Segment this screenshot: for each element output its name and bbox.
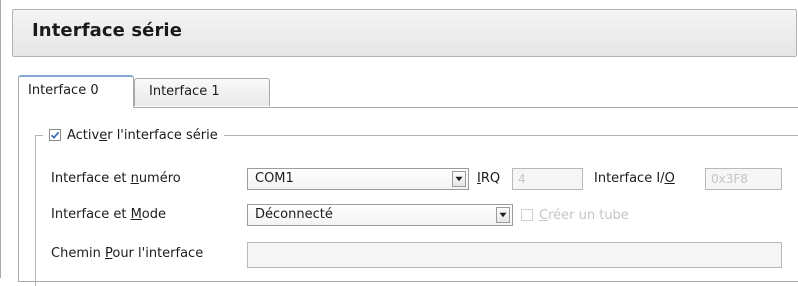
io-port-field[interactable]: 0x3F8 [705,168,782,190]
chevron-down-icon[interactable] [496,207,510,223]
tab-interface-1[interactable]: Interface 1 [134,78,270,106]
port-path-label-post: our l'interface [112,246,204,261]
create-pipe-label-post: réer un tube [548,207,629,223]
port-number-label-mnemonic: n [130,171,139,186]
port-path-field[interactable] [247,242,782,268]
page-title: Interface série [32,20,182,41]
irq-label: IRQ [477,171,500,186]
enable-port-label-pre: Activ [67,127,100,143]
serial-ports-settings-window: Interface série Interface 0 Interface 1 … [0,0,798,286]
port-mode-value: Déconnecté [255,207,333,222]
port-path-label-pre: Chemin [51,246,105,261]
port-path-label: Chemin Pour l'interface [51,246,203,261]
tab-interface-0[interactable]: Interface 0 [18,75,134,108]
irq-field[interactable]: 4 [512,168,583,190]
irq-label-post: RQ [480,171,501,186]
create-pipe-label-mnemonic: C [539,207,549,223]
chevron-down-icon[interactable] [452,171,466,187]
enable-port-label-post: r l'interface série [107,127,218,143]
io-port-label-mnemonic: O [664,171,675,186]
port-number-label-pre: Interface et [51,171,131,186]
io-port-label: Interface I/O [594,171,675,186]
enable-port-checkbox[interactable] [49,129,61,141]
port-mode-label: Interface et Mode [51,207,166,222]
check-mark-icon [50,131,60,139]
port-mode-label-mnemonic: M [130,207,142,222]
create-pipe-option[interactable]: Créer un tube [521,205,629,225]
port-mode-combobox[interactable]: Déconnecté [247,204,513,226]
create-pipe-label: Créer un tube [539,208,629,223]
port-mode-label-post: ode [141,207,166,222]
port-number-label: Interface et numéro [51,171,181,186]
create-pipe-checkbox[interactable] [521,209,533,221]
port-number-value: COM1 [255,171,294,186]
port-number-combobox[interactable]: COM1 [247,168,469,190]
page-header: Interface série [12,9,797,57]
enable-port-label: Activer l'interface série [67,128,218,143]
enable-port-option[interactable]: Activer l'interface série [43,125,224,145]
port-mode-label-pre: Interface et [51,207,131,222]
port-number-label-post: uméro [138,171,181,186]
io-port-label-pre: Interface I/ [594,171,665,186]
